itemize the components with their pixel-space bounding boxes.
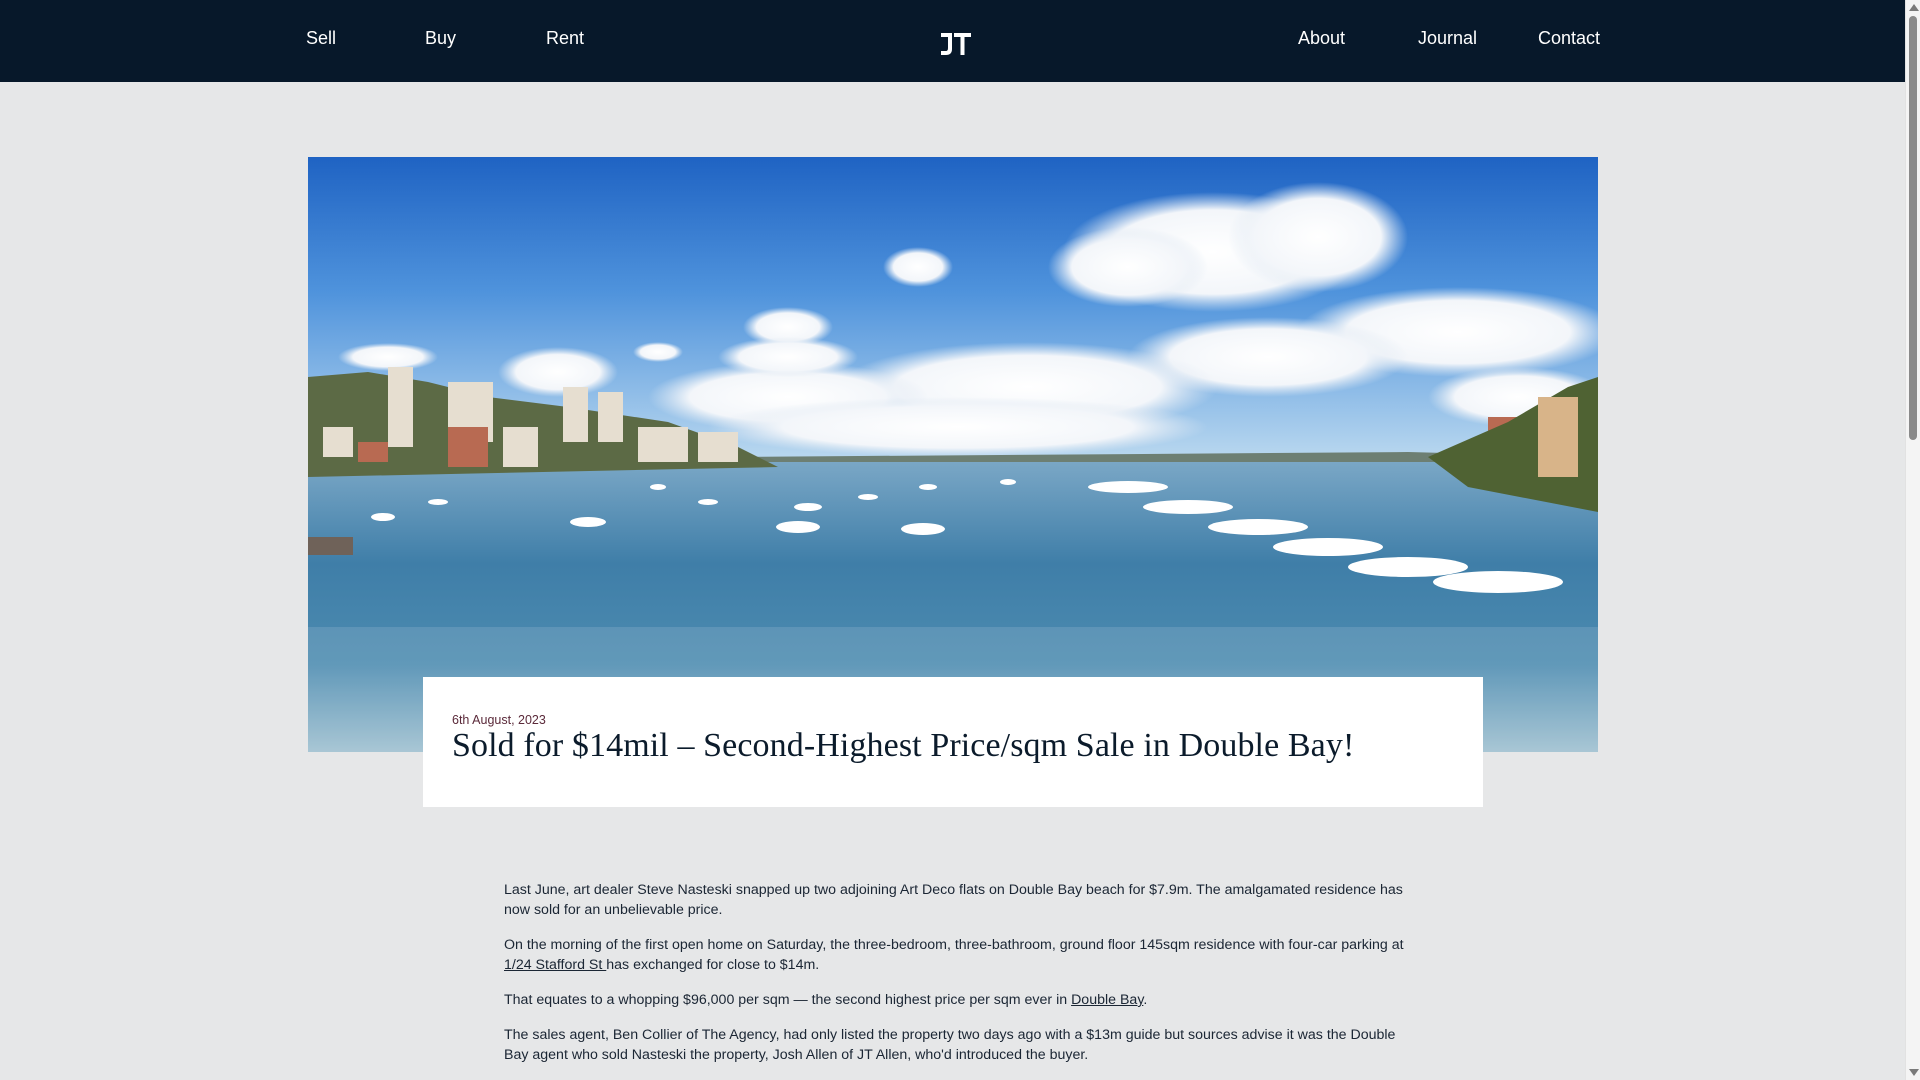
scrollbar-thumb[interactable] xyxy=(1909,16,1917,440)
article-paragraph: On the morning of the first open home on… xyxy=(504,935,1404,975)
nav-rent-link[interactable]: Rent xyxy=(546,28,584,49)
paragraph-text: That equates to a whopping $96,000 per s… xyxy=(504,992,1072,1008)
article-paragraph: That equates to a whopping $96,000 per s… xyxy=(504,990,1404,1010)
top-navigation: Sell Buy Rent JT About Journal Contact xyxy=(0,0,1905,82)
scroll-up-arrow-icon[interactable] xyxy=(1909,4,1919,11)
article-paragraph: The sales agent, Ben Collier of The Agen… xyxy=(504,1027,1396,1063)
nav-buy-link[interactable]: Buy xyxy=(425,28,456,49)
jt-logo[interactable]: JT xyxy=(938,30,974,58)
article-date: 6th August, 2023 xyxy=(452,713,546,727)
article-paragraph: Last June, art dealer Steve Nasteski sna… xyxy=(504,882,1403,918)
paragraph-text: . xyxy=(1143,992,1148,1008)
harbour-photo xyxy=(308,157,1598,752)
hero-image xyxy=(308,157,1598,752)
nav-sell-link[interactable]: Sell xyxy=(306,28,336,49)
paragraph-text: has exchanged for close to $14m. xyxy=(606,957,820,973)
nav-about-link[interactable]: About xyxy=(1298,28,1345,49)
nav-journal-link[interactable]: Journal xyxy=(1418,28,1477,49)
stafford-st-link[interactable]: 1/24 Stafford St xyxy=(504,957,606,973)
page-scrollbar[interactable] xyxy=(1905,0,1920,1080)
paragraph-text: On the morning of the first open home on… xyxy=(504,937,1404,953)
article-body: Last June, art dealer Steve Nasteski sna… xyxy=(504,880,1404,1080)
article-title: Sold for $14mil – Second-Highest Price/s… xyxy=(452,727,1355,764)
double-bay-link[interactable]: Double Bay xyxy=(1071,992,1143,1008)
nav-contact-link[interactable]: Contact xyxy=(1538,28,1600,49)
article-title-card: 6th August, 2023 Sold for $14mil – Secon… xyxy=(423,677,1483,807)
scroll-down-arrow-icon[interactable] xyxy=(1909,1069,1919,1076)
